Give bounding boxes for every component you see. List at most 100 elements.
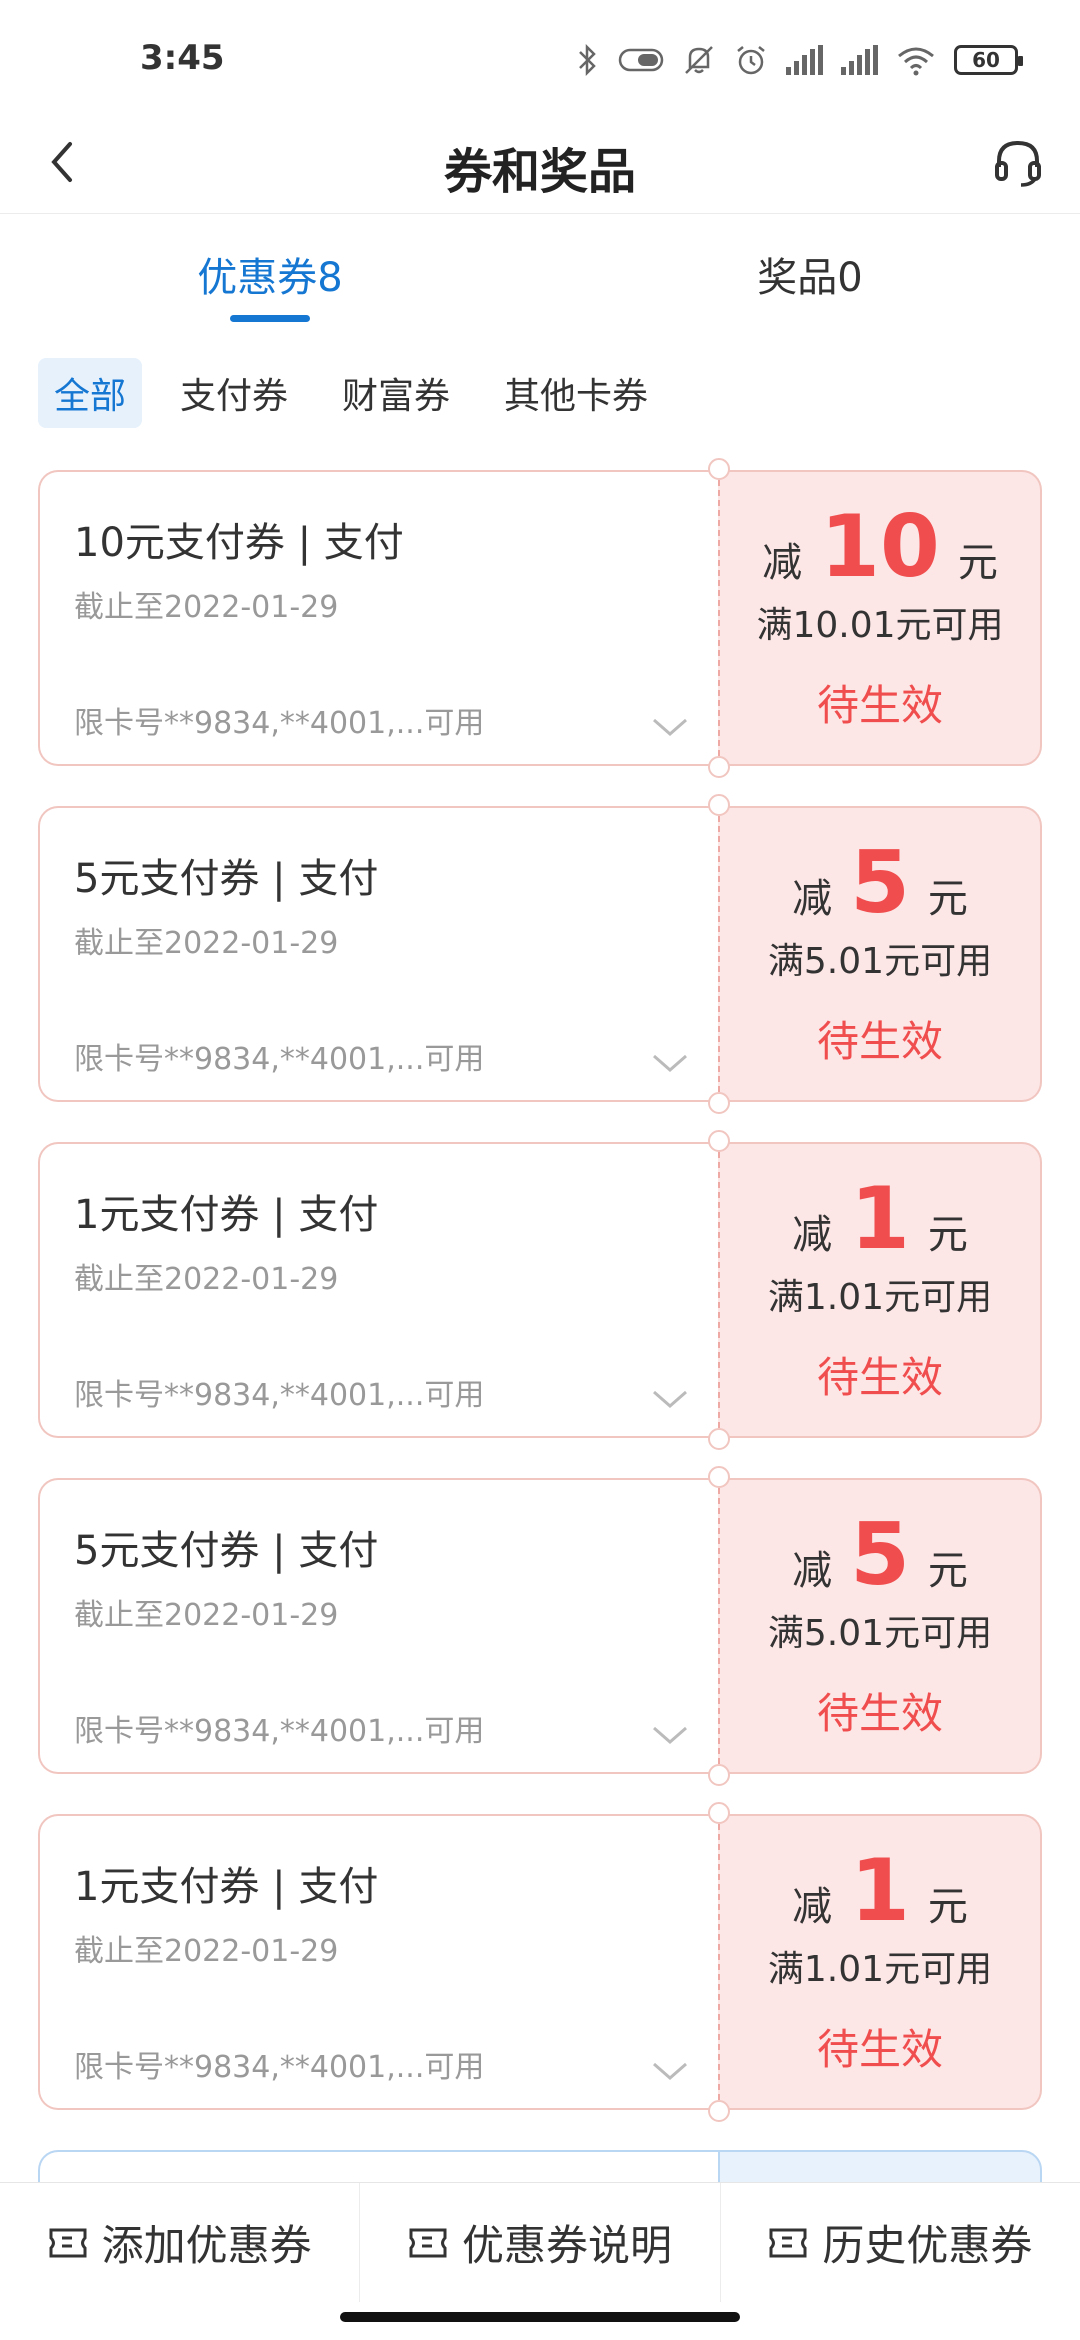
- coupon-notch: [708, 1802, 730, 1824]
- coupon-card[interactable]: 5元支付券 | 支付 截止至2022-01-29 限卡号**9834,**400…: [38, 794, 1042, 1114]
- toggle-icon: [618, 42, 664, 78]
- bluetooth-icon: [574, 42, 600, 78]
- coupon-info-button[interactable]: 优惠券说明: [360, 2183, 721, 2302]
- headset-icon: [995, 140, 1041, 187]
- discount-unit: 元: [927, 1548, 968, 1594]
- chevron-down-icon[interactable]: [650, 1720, 690, 1750]
- coupon-name: 5元支付券 | 支付: [74, 1528, 379, 1574]
- nav-bar: 券和奖品: [0, 110, 1080, 214]
- filter-other[interactable]: 其他卡券: [488, 358, 664, 428]
- coupon-discount: 减 1 元: [720, 1846, 1040, 1936]
- discount-unit: 元: [927, 1212, 968, 1258]
- chevron-down-icon[interactable]: [650, 1384, 690, 1414]
- coupon-status: 待生效: [816, 1353, 943, 1402]
- ticket-icon: [409, 2228, 447, 2257]
- coupon-status: 待生效: [816, 2025, 943, 2074]
- discount-unit: 元: [927, 876, 968, 922]
- coupon-value: 减 10 元 满10.01元可用 待生效: [718, 470, 1042, 766]
- filter-wealth[interactable]: 财富券: [326, 358, 466, 428]
- discount-label: 减: [792, 1884, 833, 1930]
- coupon-info: 5元支付券 | 支付 截止至2022-01-29 限卡号**9834,**400…: [38, 1478, 718, 1774]
- chevron-down-icon[interactable]: [650, 1048, 690, 1078]
- coupon-value: 减 5 元 满5.01元可用 待生效: [718, 806, 1042, 1102]
- coupon-value: 减 1 元 满1.01元可用 待生效: [718, 1142, 1042, 1438]
- coupon-threshold: 满5.01元可用: [767, 1613, 993, 1654]
- discount-unit: 元: [927, 1884, 968, 1930]
- coupon-notch: [708, 1092, 730, 1114]
- coupon-card[interactable]: 10元支付券 | 支付 截止至2022-01-29 限卡号**9834,**40…: [38, 458, 1042, 778]
- discount-amount: 1: [850, 1169, 910, 1269]
- chevron-down-icon[interactable]: [650, 2056, 690, 2086]
- coupon-expiry: 截止至2022-01-29: [74, 590, 339, 625]
- status-bar: 3:45 60: [0, 0, 1080, 110]
- coupon-info: 1元支付券 | 支付 截止至2022-01-29 限卡号**9834,**400…: [38, 1142, 718, 1438]
- ticket-icon: [769, 2228, 807, 2257]
- coupon-notch: [708, 756, 730, 778]
- coupon-threshold: 满5.01元可用: [767, 941, 993, 982]
- coupon-notch: [708, 2100, 730, 2122]
- coupon-list: 10元支付券 | 支付 截止至2022-01-29 限卡号**9834,**40…: [38, 458, 1042, 2150]
- discount-label: 减: [792, 1548, 833, 1594]
- customer-service-button[interactable]: [986, 130, 1050, 194]
- coupon-card-limit: 限卡号**9834,**4001,...可用: [74, 1378, 485, 1413]
- coupon-status: 待生效: [816, 1017, 943, 1066]
- tab-bar: 优惠券8 奖品0: [0, 215, 1080, 335]
- status-time: 3:45: [140, 38, 225, 78]
- battery-icon: 60: [954, 45, 1023, 75]
- tab-prizes[interactable]: 奖品0: [660, 245, 960, 303]
- coupon-name: 5元支付券 | 支付: [74, 856, 379, 902]
- coupon-info: 5元支付券 | 支付 截止至2022-01-29 限卡号**9834,**400…: [38, 806, 718, 1102]
- coupon-info: 10元支付券 | 支付 截止至2022-01-29 限卡号**9834,**40…: [38, 470, 718, 766]
- coupon-notch: [708, 1764, 730, 1786]
- coupon-threshold: 满1.01元可用: [767, 1277, 993, 1318]
- coupon-notch: [708, 1130, 730, 1152]
- tab-active-indicator: [230, 315, 310, 322]
- coupon-card[interactable]: 1元支付券 | 支付 截止至2022-01-29 限卡号**9834,**400…: [38, 1802, 1042, 2122]
- coupon-card-limit: 限卡号**9834,**4001,...可用: [74, 1714, 485, 1749]
- add-coupon-label: 添加优惠券: [101, 2221, 312, 2270]
- coupon-info-label: 优惠券说明: [461, 2221, 672, 2270]
- page-title: 券和奖品: [443, 144, 636, 200]
- mute-icon: [682, 42, 716, 78]
- history-coupon-label: 历史优惠券: [822, 2221, 1033, 2270]
- bottom-action-bar: 添加优惠券 优惠券说明 历史优惠券: [0, 2182, 1080, 2302]
- coupon-card[interactable]: 5元支付券 | 支付 截止至2022-01-29 限卡号**9834,**400…: [38, 1466, 1042, 1786]
- coupon-discount: 减 1 元: [720, 1174, 1040, 1264]
- coupon-value: 减 5 元 满5.01元可用 待生效: [718, 1478, 1042, 1774]
- coupon-discount: 减 5 元: [720, 838, 1040, 928]
- coupon-expiry: 截止至2022-01-29: [74, 1262, 339, 1297]
- discount-label: 减: [792, 876, 833, 922]
- filter-payment[interactable]: 支付券: [164, 358, 304, 428]
- coupon-threshold: 满1.01元可用: [767, 1949, 993, 1990]
- coupon-notch: [708, 1428, 730, 1450]
- chevron-down-icon[interactable]: [650, 712, 690, 742]
- tab-coupons[interactable]: 优惠券8: [120, 245, 420, 303]
- coupon-value: 减 1 元 满1.01元可用 待生效: [718, 1814, 1042, 2110]
- add-coupon-button[interactable]: 添加优惠券: [0, 2183, 361, 2302]
- coupon-discount: 减 5 元: [720, 1510, 1040, 1600]
- coupon-info: 1元支付券 | 支付 截止至2022-01-29 限卡号**9834,**400…: [38, 1814, 718, 2110]
- history-coupon-button[interactable]: 历史优惠券: [721, 2183, 1080, 2302]
- coupon-card-limit: 限卡号**9834,**4001,...可用: [74, 1042, 485, 1077]
- coupon-notch: [708, 794, 730, 816]
- coupon-name: 1元支付券 | 支付: [74, 1864, 379, 1910]
- ticket-icon: [49, 2228, 87, 2257]
- discount-amount: 5: [850, 1505, 910, 1605]
- coupon-name: 10元支付券 | 支付: [74, 520, 404, 566]
- coupon-expiry: 截止至2022-01-29: [74, 1598, 339, 1633]
- discount-amount: 10: [820, 497, 940, 597]
- coupon-notch: [708, 1466, 730, 1488]
- discount-label: 减: [762, 540, 803, 586]
- coupon-card[interactable]: 1元支付券 | 支付 截止至2022-01-29 限卡号**9834,**400…: [38, 1130, 1042, 1450]
- filter-all[interactable]: 全部: [38, 358, 143, 428]
- home-indicator[interactable]: [340, 2312, 740, 2322]
- coupon-status: 待生效: [816, 1689, 943, 1738]
- alarm-icon: [734, 42, 768, 78]
- coupon-discount: 减 10 元: [720, 502, 1040, 592]
- coupon-status: 待生效: [816, 681, 943, 730]
- signal-icon-1: [786, 42, 823, 78]
- coupon-card-limit: 限卡号**9834,**4001,...可用: [74, 706, 485, 741]
- coupon-expiry: 截止至2022-01-29: [74, 926, 339, 961]
- coupon-notch: [708, 458, 730, 480]
- filter-bar: 全部 支付券 财富券 其他卡券: [38, 358, 664, 428]
